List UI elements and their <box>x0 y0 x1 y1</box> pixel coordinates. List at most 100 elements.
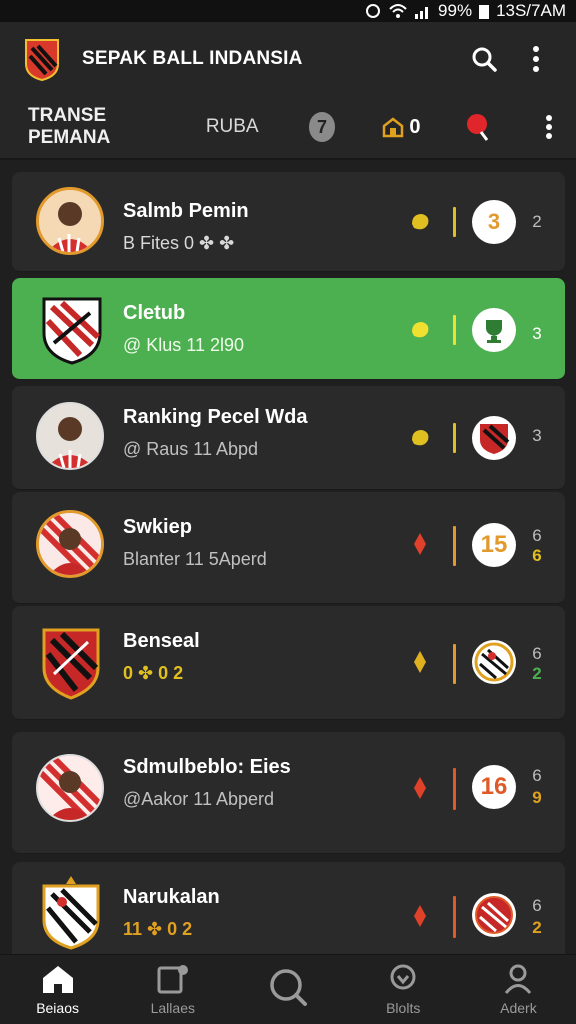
signal-icon <box>415 7 429 19</box>
player-name: Benseal <box>123 630 200 652</box>
bottom-nav: Beiaos Lallaes Blolts Aderk <box>0 954 576 1024</box>
status-bar: 99% 13S/7AM <box>0 0 576 22</box>
nav-gallery[interactable]: Lallaes <box>115 955 230 1024</box>
whistle-button[interactable] <box>464 112 491 142</box>
player-avatar <box>36 510 104 578</box>
club-crest-icon <box>480 424 510 454</box>
list-item[interactable]: Sdmulbeblo: Eies @Aakor 11 Abperd 16 6 9 <box>12 732 565 854</box>
alarm-icon <box>366 4 381 18</box>
form-leaf-icon <box>412 430 429 446</box>
stat-value: 6 <box>532 766 542 785</box>
rank-badge: 16 <box>472 765 516 809</box>
club-crest-icon <box>475 896 513 934</box>
player-meta: @Aakor 11 Abperd <box>123 789 275 809</box>
rank-badge <box>472 893 516 937</box>
stat-value: 6 <box>532 526 542 545</box>
trend-arrow-icon <box>414 777 426 799</box>
app-title: SEPAK BALL INDANSIA <box>82 48 303 69</box>
club-crest-icon <box>474 642 514 682</box>
nav-home[interactable]: Beiaos <box>0 955 115 1024</box>
stat-value-secondary: 2 <box>532 664 542 683</box>
separator <box>453 768 456 810</box>
player-name: Ranking Pecel Wda <box>123 406 308 428</box>
tab-bar: TRANSE PEMANA RUBA 7 0 <box>0 96 576 160</box>
list-item[interactable]: Swkiep Blanter 11 5Aperd 15 6 6 <box>12 492 565 604</box>
rank-badge <box>472 640 516 684</box>
form-leaf-icon <box>412 214 429 230</box>
stat-value: 6 <box>532 644 542 663</box>
nav-search[interactable] <box>230 955 345 1024</box>
separator <box>453 526 456 566</box>
stat-value: 3 <box>532 324 542 343</box>
rank-badge: 15 <box>472 523 516 567</box>
coins-value: 0 <box>409 115 421 138</box>
separator <box>453 644 456 684</box>
coins-counter[interactable]: 0 <box>381 116 420 139</box>
player-avatar <box>36 754 104 822</box>
club-crest <box>42 628 100 700</box>
stat-value-secondary: 2 <box>532 918 542 937</box>
player-meta: @ Raus 11 Abpd <box>123 439 259 459</box>
player-list: Salmb Pemin B Fites 0 ✤ ✤ 3 2 Cletub @ K… <box>12 172 565 954</box>
tab-ruba[interactable]: RUBA <box>206 116 259 138</box>
search-icon <box>472 47 497 72</box>
wifi-icon <box>389 4 407 18</box>
form-leaf-icon <box>412 322 429 338</box>
tab-transfers[interactable]: TRANSE PEMANA <box>28 105 176 149</box>
status-icons: 99% 13S/7AM <box>364 1 566 21</box>
more-icon <box>533 46 539 72</box>
player-meta: @ Klus 11 2l90 <box>123 335 245 355</box>
tab-more-button[interactable] <box>535 112 562 142</box>
nav-label: Beiaos <box>36 999 79 1016</box>
player-meta: Blanter 11 5Aperd <box>123 549 267 569</box>
list-item-selected[interactable]: Cletub @ Klus 11 2l90 3 <box>12 278 565 380</box>
whistle-icon <box>466 114 489 141</box>
battery-icon <box>479 5 490 19</box>
trend-arrow-icon <box>414 905 426 927</box>
stat-value: 3 <box>532 426 542 445</box>
list-item[interactable]: Salmb Pemin B Fites 0 ✤ ✤ 3 2 <box>12 172 565 272</box>
user-icon <box>505 964 532 994</box>
app-bar: SEPAK BALL INDANSIA <box>0 22 576 96</box>
rank-badge <box>472 308 516 352</box>
player-meta: 11 ✤ 0 2 <box>123 919 193 939</box>
search-button[interactable] <box>464 39 504 79</box>
badge-icon <box>390 964 416 989</box>
player-photo <box>38 404 102 468</box>
battery-percent: 99% <box>438 1 473 20</box>
nav-stats[interactable]: Blolts <box>346 955 461 1024</box>
nav-profile[interactable]: Aderk <box>461 955 576 1024</box>
stat-value: 2 <box>532 212 542 231</box>
player-meta: 0 ✤ 0 2 <box>123 663 184 683</box>
player-photo <box>38 756 102 820</box>
overflow-menu-button[interactable] <box>516 39 556 79</box>
separator <box>453 315 456 345</box>
list-item[interactable]: Ranking Pecel Wda @ Raus 11 Abpd 3 <box>12 386 565 490</box>
trend-arrow-icon <box>414 533 426 555</box>
rank-badge <box>472 416 516 460</box>
nav-label: Blolts <box>386 999 421 1016</box>
club-crest <box>42 297 102 365</box>
stat-value: 6 <box>532 896 542 915</box>
player-name: Swkiep <box>123 516 192 538</box>
coin-icon <box>383 117 404 138</box>
count-badge[interactable]: 7 <box>308 112 336 142</box>
list-item[interactable]: Narukalan 11 ✤ 0 2 6 2 <box>12 862 565 954</box>
rank-badge: 3 <box>472 200 516 244</box>
player-name: Narukalan <box>123 886 220 908</box>
stat-value-secondary: 9 <box>532 788 542 807</box>
player-name: Sdmulbeblo: Eies <box>123 756 291 778</box>
list-item[interactable]: Benseal 0 ✤ 0 2 6 2 <box>12 606 565 720</box>
player-avatar <box>36 402 104 470</box>
player-photo <box>39 513 101 575</box>
player-avatar <box>36 187 104 255</box>
player-name: Salmb Pemin <box>123 200 249 222</box>
stat-value-secondary: 6 <box>532 546 542 565</box>
player-meta: B Fites 0 ✤ ✤ <box>123 233 235 253</box>
nav-label: Aderk <box>500 999 537 1016</box>
search-nav-icon <box>270 968 307 1006</box>
club-crest <box>42 876 100 950</box>
player-name: Cletub <box>123 302 186 324</box>
more-icon <box>545 115 552 139</box>
separator <box>453 896 456 938</box>
